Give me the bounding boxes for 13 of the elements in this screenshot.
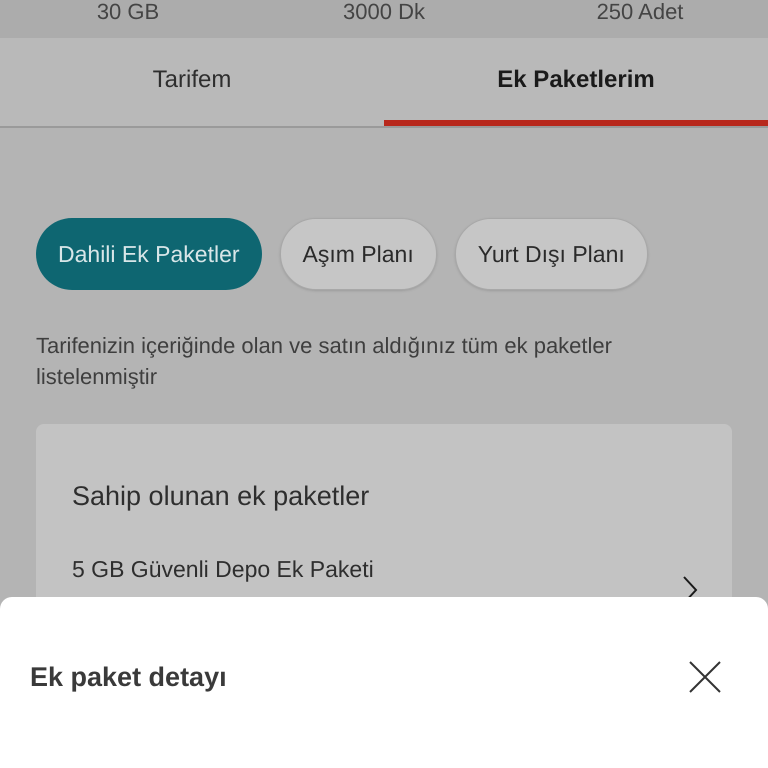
filter-chip[interactable]: Dahili Ek Paketler [36, 218, 262, 290]
tab[interactable]: Ek Paketlerim [384, 38, 768, 126]
filter-chip[interactable]: Yurt Dışı Planı [454, 218, 648, 290]
close-icon [688, 660, 722, 694]
description-text: Tarifenizin içeriğinde olan ve satın aldığınız tüm ek paketler listelenmiştir [35, 332, 613, 391]
filter-chip[interactable]: Aşım Planı [280, 218, 437, 290]
package-name: 5 GB Güvenli Depo Ek Paketi [72, 555, 374, 584]
tab[interactable]: Tarifem [0, 38, 384, 126]
card-title: Sahip olunan ek paketler [72, 480, 370, 513]
summary-value: 3000 Dk [342, 0, 426, 24]
sheet-title: Ek paket detayı [30, 661, 227, 694]
summary-value: 30 GB [96, 0, 160, 24]
summary-value: 250 Adet [596, 0, 684, 24]
